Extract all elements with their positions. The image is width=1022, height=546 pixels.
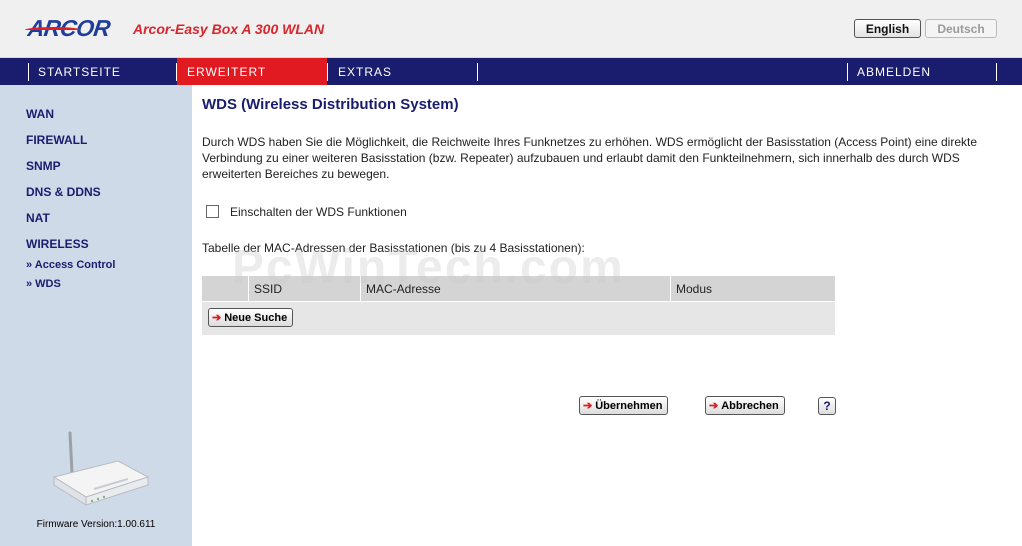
mac-address-table: SSID MAC-Adresse Modus ➔ Neue Suche bbox=[202, 276, 835, 335]
new-search-button[interactable]: ➔ Neue Suche bbox=[208, 308, 294, 327]
column-header-ssid: SSID bbox=[254, 282, 283, 296]
arrow-right-icon: ➔ bbox=[212, 312, 222, 324]
apply-label: Übernehmen bbox=[595, 399, 663, 412]
description-text: Durch WDS haben Sie die Möglichkeit, die… bbox=[202, 135, 978, 181]
nav-extras[interactable]: EXTRAS bbox=[328, 58, 477, 85]
help-button[interactable]: ? bbox=[818, 397, 836, 415]
sidebar-subitem-wds[interactable]: » WDS bbox=[26, 278, 61, 290]
router-admin-page: ARCOR Arcor-Easy Box A 300 WLAN English … bbox=[0, 0, 1022, 546]
arrow-right-icon: ➔ bbox=[583, 400, 593, 412]
table-header-row: SSID MAC-Adresse Modus bbox=[202, 276, 835, 302]
sidebar-item-nat[interactable]: NAT bbox=[26, 211, 50, 225]
sidebar: WAN FIREWALL SNMP DNS & DDNS NAT WIRELES… bbox=[0, 85, 192, 546]
column-header-mac-address: MAC-Adresse bbox=[366, 282, 441, 296]
sidebar-item-firewall[interactable]: FIREWALL bbox=[26, 133, 87, 147]
nav-separator bbox=[996, 63, 997, 81]
new-search-label: Neue Suche bbox=[224, 311, 288, 324]
nav-startseite[interactable]: STARTSEITE bbox=[28, 58, 176, 85]
column-header-modus: Modus bbox=[676, 282, 713, 296]
sidebar-item-dns-ddns[interactable]: DNS & DDNS bbox=[26, 185, 101, 199]
cancel-label: Abbrechen bbox=[721, 399, 779, 412]
main-content: WDS (Wireless Distribution System) Durch… bbox=[192, 85, 1022, 546]
language-english-button[interactable]: English bbox=[854, 19, 921, 38]
arrow-right-icon: ➔ bbox=[709, 400, 719, 412]
table-caption: Tabelle der MAC-Adressen der Basisstatio… bbox=[202, 241, 585, 255]
header: ARCOR Arcor-Easy Box A 300 WLAN English … bbox=[0, 0, 1022, 58]
sidebar-item-wireless[interactable]: WIRELESS bbox=[26, 237, 89, 251]
sidebar-item-snmp[interactable]: SNMP bbox=[26, 159, 61, 173]
wds-enable-label: Einschalten der WDS Funktionen bbox=[230, 205, 407, 219]
router-device-icon bbox=[52, 431, 150, 506]
wds-enable-checkbox[interactable] bbox=[206, 205, 219, 218]
arcor-logo: ARCOR bbox=[24, 15, 112, 42]
sidebar-item-wan[interactable]: WAN bbox=[26, 107, 54, 121]
column-header-select bbox=[202, 276, 248, 302]
nav-erweitert[interactable]: ERWEITERT bbox=[177, 58, 327, 85]
page-title: WDS (Wireless Distribution System) bbox=[202, 96, 459, 113]
nav-abmelden[interactable]: ABMELDEN bbox=[847, 58, 996, 85]
firmware-version: Firmware Version:1.00.611 bbox=[36, 519, 156, 530]
product-name: Arcor-Easy Box A 300 WLAN bbox=[133, 21, 325, 37]
nav-separator bbox=[477, 63, 478, 81]
apply-button[interactable]: ➔ Übernehmen bbox=[579, 396, 669, 415]
cancel-button[interactable]: ➔ Abbrechen bbox=[705, 396, 785, 415]
main-nav: STARTSEITE ERWEITERT EXTRAS ABMELDEN bbox=[0, 58, 1022, 85]
language-deutsch-button[interactable]: Deutsch bbox=[925, 19, 997, 38]
sidebar-subitem-access-control[interactable]: » Access Control bbox=[26, 259, 115, 271]
